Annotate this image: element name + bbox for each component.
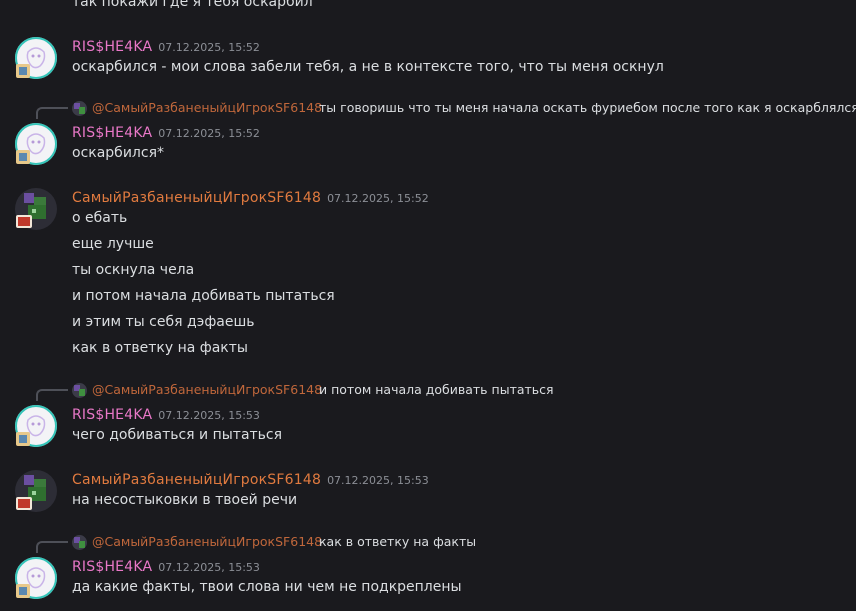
message-author[interactable]: RIS$HE4KA bbox=[72, 559, 152, 575]
message-text: и потом начала добивать пытаться bbox=[72, 288, 335, 304]
chat-message-list: так покажи где я тебя оскарбил RIS$HE4KA… bbox=[0, 0, 856, 611]
user-avatar[interactable] bbox=[14, 556, 58, 600]
message-author[interactable]: RIS$HE4KA bbox=[72, 125, 152, 141]
message-text: о ебать bbox=[72, 210, 128, 226]
message-timestamp: 07.12.2025, 15:53 bbox=[158, 409, 260, 422]
message-text: оскарбился* bbox=[72, 145, 164, 161]
message-text: на несостыковки в твоей речи bbox=[72, 492, 298, 508]
message-timestamp: 07.12.2025, 15:52 bbox=[158, 127, 260, 140]
ris-avatar-icon bbox=[15, 37, 57, 79]
message-timestamp: 07.12.2025, 15:52 bbox=[327, 192, 429, 205]
user-avatar[interactable] bbox=[14, 187, 58, 231]
message-text: оскарбился - мои слова забели тебя, а не… bbox=[72, 59, 664, 75]
message-timestamp: 07.12.2025, 15:53 bbox=[327, 474, 429, 487]
reply-avatar-icon bbox=[72, 383, 87, 398]
reply-spine bbox=[36, 107, 68, 119]
message-author[interactable]: СамыйРазбаненыйцИгрокSF6148 bbox=[72, 472, 321, 488]
message-timestamp: 07.12.2025, 15:52 bbox=[158, 41, 260, 54]
reply-author[interactable]: @СамыйРазбаненыйцИгрокSF6148 bbox=[92, 534, 322, 549]
sam-avatar-icon bbox=[15, 188, 57, 230]
message-author[interactable]: RIS$HE4KA bbox=[72, 39, 152, 55]
message-text: чего добиваться и пытаться bbox=[72, 427, 283, 443]
previous-message-text: так покажи где я тебя оскарбил bbox=[72, 0, 313, 10]
user-avatar[interactable] bbox=[14, 122, 58, 166]
reply-author[interactable]: @СамыйРазбаненыйцИгрокSF6148 bbox=[92, 100, 322, 115]
reply-avatar-icon bbox=[72, 101, 87, 116]
reply-text: и потом начала добивать пытаться bbox=[319, 382, 554, 397]
ris-avatar-icon bbox=[15, 405, 57, 447]
reply-spine bbox=[36, 541, 68, 553]
sam-avatar-icon bbox=[15, 470, 57, 512]
user-avatar[interactable] bbox=[14, 469, 58, 513]
reply-text: как в ответку на факты bbox=[319, 534, 477, 549]
reply-avatar-icon bbox=[72, 535, 87, 550]
reply-text: ты говоришь что ты меня начала оскать фу… bbox=[319, 100, 856, 115]
reply-spine bbox=[36, 389, 68, 401]
message-timestamp: 07.12.2025, 15:53 bbox=[158, 561, 260, 574]
ris-avatar-icon bbox=[15, 557, 57, 599]
user-avatar[interactable] bbox=[14, 404, 58, 448]
user-avatar[interactable] bbox=[14, 36, 58, 80]
reply-author[interactable]: @СамыйРазбаненыйцИгрокSF6148 bbox=[92, 382, 322, 397]
message-author[interactable]: СамыйРазбаненыйцИгрокSF6148 bbox=[72, 190, 321, 206]
message-author[interactable]: RIS$HE4KA bbox=[72, 407, 152, 423]
message-text: да какие факты, твои слова ни чем не под… bbox=[72, 579, 462, 595]
ris-avatar-icon bbox=[15, 123, 57, 165]
message-text: еще лучше bbox=[72, 236, 154, 252]
message-text: как в ответку на факты bbox=[72, 340, 248, 356]
message-text: ты оскнула чела bbox=[72, 262, 195, 278]
message-text: и этим ты себя дэфаешь bbox=[72, 314, 255, 330]
